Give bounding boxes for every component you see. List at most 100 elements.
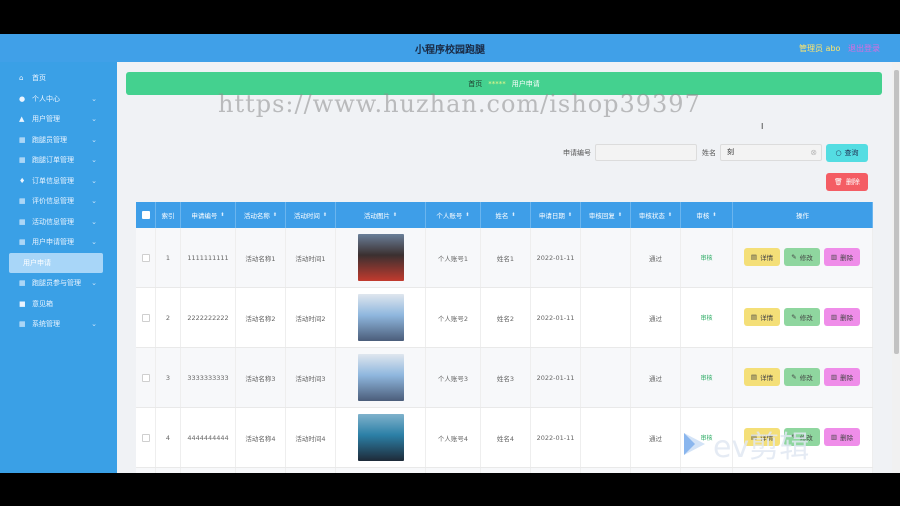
column-header-label: 索引 <box>161 212 175 220</box>
cell-date: 2022-01-11 <box>531 288 581 347</box>
detail-button[interactable]: ▤ 详情 <box>744 368 780 386</box>
cell-apply-no: 3333333333 <box>181 348 236 407</box>
edit-button[interactable]: ✎ 修改 <box>784 308 820 326</box>
pencil-icon: ✎ <box>791 253 797 261</box>
sort-icon[interactable]: ⬍ <box>393 212 397 218</box>
column-header[interactable]: 个人账号 ⬍ <box>426 202 481 228</box>
column-header[interactable]: 审核回复 ⬍ <box>581 202 631 228</box>
column-header-label: 活动名称 <box>243 212 270 220</box>
sort-icon[interactable]: ⬍ <box>568 212 572 218</box>
row-checkbox[interactable] <box>141 313 150 322</box>
sidebar-item[interactable]: ▦ 活动信息管理 ⌄ <box>0 212 117 232</box>
activity-photo[interactable] <box>357 234 404 281</box>
sort-icon[interactable]: ⬍ <box>323 212 327 218</box>
sidebar-item[interactable]: ▲ 用户管理 ⌄ <box>0 109 117 129</box>
row-select-cell <box>136 288 156 347</box>
column-header-label: 活动图片 <box>363 212 390 220</box>
audit-link[interactable]: 审核 <box>700 253 712 262</box>
actions-cell <box>733 468 873 473</box>
clear-icon[interactable]: ⊗ <box>810 145 817 160</box>
delete-button[interactable]: ▥ 删除 <box>824 248 860 266</box>
audit-cell: 审核 <box>681 288 733 347</box>
cell-text: 3 <box>165 373 171 382</box>
activity-photo[interactable] <box>357 354 404 401</box>
grid-icon: ▦ <box>19 320 26 328</box>
select-all-checkbox[interactable] <box>141 211 150 219</box>
text-cursor-icon: I <box>761 122 764 131</box>
cell-date: 2022-01-11 <box>531 228 581 287</box>
sidebar-item[interactable]: ⌂ 首页 <box>0 68 117 88</box>
sort-icon[interactable]: ⬍ <box>273 212 277 218</box>
sort-icon[interactable]: ⬍ <box>220 212 224 218</box>
detail-button[interactable]: ▤ 详情 <box>744 308 780 326</box>
column-header[interactable]: 活动名称 ⬍ <box>236 202 286 228</box>
top-bar: 小程序校园跑腿 管理员 abo 退出登录 <box>0 34 900 62</box>
chevron-down-icon: ⌄ <box>91 115 97 123</box>
cell-date: 2022-01-11 <box>531 348 581 407</box>
trash-icon: ▥ <box>830 253 838 261</box>
row-select-cell <box>136 228 156 287</box>
sidebar-item[interactable]: ▦ 评价信息管理 ⌄ <box>0 191 117 211</box>
column-header[interactable]: 姓名 ⬍ <box>481 202 531 228</box>
sidebar-item-label: 首页 <box>32 74 46 82</box>
column-header[interactable]: 申请编号 ⬍ <box>181 202 236 228</box>
sort-icon[interactable]: ⬍ <box>668 212 672 218</box>
row-checkbox[interactable] <box>141 253 150 262</box>
column-header[interactable]: 审核状态 ⬍ <box>631 202 681 228</box>
activity-photo[interactable] <box>357 414 404 461</box>
sidebar-item[interactable]: ♦ 订单信息管理 ⌄ <box>0 171 117 191</box>
cell-text: 活动时间4 <box>295 434 326 443</box>
sidebar-item[interactable]: ▦ 跑腿订单管理 ⌄ <box>0 150 117 170</box>
cell-text: 个人账号3 <box>437 374 469 383</box>
sort-icon[interactable]: ⬍ <box>712 212 716 218</box>
cell-text: 2022-01-11 <box>536 253 575 262</box>
cell-status: 通过 <box>631 468 681 473</box>
sort-icon[interactable]: ⬍ <box>511 212 515 218</box>
column-header[interactable]: 索引 <box>156 202 181 228</box>
sidebar-item[interactable]: ▦ 跑腿员管理 ⌄ <box>0 130 117 150</box>
search-button[interactable]: ○ 查询 <box>826 144 868 162</box>
audit-link[interactable]: 审核 <box>700 313 712 322</box>
cell-text: 4444444444 <box>187 433 229 442</box>
cell-activity-time: 活动时间3 <box>286 348 336 407</box>
sort-icon[interactable]: ⬍ <box>465 212 469 218</box>
batch-delete-button[interactable]: 🗑 删除 <box>826 173 868 191</box>
column-header[interactable]: 操作 <box>733 202 873 228</box>
column-header[interactable]: 审核 ⬍ <box>681 202 733 228</box>
cell-account: 个人账号2 <box>426 288 481 347</box>
activity-photo-cell <box>336 408 426 467</box>
audit-link[interactable]: 审核 <box>700 373 712 382</box>
column-header[interactable]: 活动时间 ⬍ <box>286 202 336 228</box>
delete-button[interactable]: ▥ 删除 <box>824 428 860 446</box>
cell-text: 2022-01-11 <box>536 433 575 442</box>
row-checkbox[interactable] <box>141 373 150 382</box>
activity-photo[interactable] <box>357 294 404 341</box>
scrollbar-thumb[interactable] <box>894 70 899 354</box>
cell-activity-name: 活动名称4 <box>236 408 286 467</box>
delete-button[interactable]: ▥ 删除 <box>824 308 860 326</box>
logout-link[interactable]: 退出登录 <box>848 43 880 54</box>
sidebar-item[interactable]: ● 个人中心 ⌄ <box>0 89 117 109</box>
detail-button[interactable]: ▤ 详情 <box>744 248 780 266</box>
column-header[interactable]: 活动图片 ⬍ <box>336 202 426 228</box>
cell-text: 通过 <box>649 374 662 383</box>
grid-icon: ▦ <box>19 279 26 287</box>
sidebar-item[interactable]: ▦ 跑腿员参与管理 ⌄ <box>0 273 117 293</box>
sidebar-item[interactable]: ▦ 用户申请管理 ⌄ <box>0 232 117 252</box>
apply-no-input[interactable] <box>595 144 697 161</box>
sidebar-item[interactable]: 用户申请 <box>9 252 103 273</box>
cell-text: 2022-01-11 <box>536 373 575 382</box>
breadcrumb-home[interactable]: 首页 <box>468 79 482 89</box>
cell-text: 姓名3 <box>496 374 515 383</box>
edit-button[interactable]: ✎ 修改 <box>784 368 820 386</box>
sidebar-item[interactable]: ■ 意见箱 <box>0 294 117 314</box>
sort-icon[interactable]: ⬍ <box>618 212 622 218</box>
edit-button[interactable]: ✎ 修改 <box>784 248 820 266</box>
column-header[interactable]: 申请日期 ⬍ <box>531 202 581 228</box>
sidebar-item[interactable]: ▦ 系统管理 ⌄ <box>0 314 117 334</box>
row-checkbox[interactable] <box>141 433 150 442</box>
name-input[interactable]: 刻 ⊗ <box>720 144 822 161</box>
select-all-cell[interactable] <box>136 202 156 228</box>
delete-button[interactable]: ▥ 删除 <box>824 368 860 386</box>
cell-status: 通过 <box>631 408 681 467</box>
